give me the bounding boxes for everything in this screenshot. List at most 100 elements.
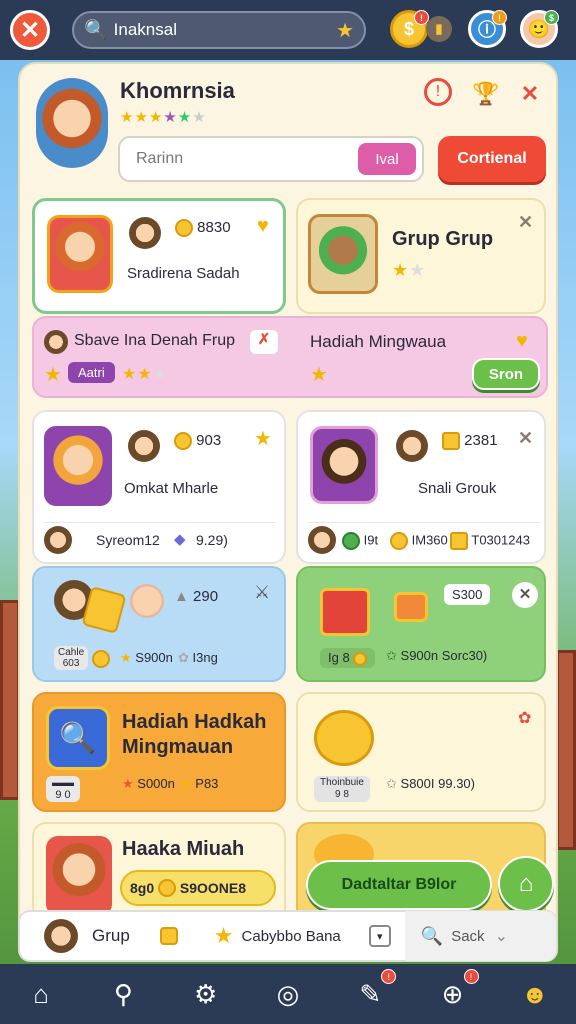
item-tag: Thoinbuie 9 8 — [314, 776, 370, 802]
row-name: Syreom12 — [96, 532, 160, 548]
trophy-icon[interactable]: 🏆 — [470, 78, 502, 110]
main-panel: Khomrnsia ★★★★★★ ! 🏆 ✕ Rarinn Ival Corti… — [18, 62, 558, 962]
flower-icon[interactable]: ✿ — [518, 708, 531, 728]
alarm-icon[interactable]: ! — [424, 78, 452, 106]
dropdown-icon[interactable]: ▾ — [368, 925, 391, 947]
player-portrait — [47, 215, 113, 293]
search-field[interactable]: Rarinn Ival — [118, 136, 424, 182]
badge-icon — [342, 532, 360, 550]
star-icon: ★ — [310, 364, 328, 386]
group-label[interactable]: Grup — [92, 926, 130, 946]
notes-icon[interactable]: ✎! — [348, 969, 397, 1016]
card-label: Ig 8 — [320, 648, 376, 668]
profile-avatar[interactable]: 🙂 $ — [520, 10, 559, 48]
mini-avatar — [129, 217, 161, 249]
wallet-icon[interactable]: ▮ — [426, 16, 452, 42]
group-title: Grup Grup — [392, 228, 494, 250]
user-avatar — [44, 919, 78, 953]
star-icon: ★ — [213, 923, 234, 948]
search-icon[interactable]: ⚲ — [101, 972, 145, 1016]
banner-button[interactable]: Sron — [472, 358, 540, 390]
profile-badge: $ — [544, 10, 559, 25]
coin-icon — [390, 532, 408, 550]
magnifier-icon[interactable]: ⊕! — [431, 969, 479, 1016]
gift-card[interactable]: S300 ✕ Ig 8 ✩ S900n Sorc30) — [296, 566, 546, 682]
item-tag: ▬▬ 9 0 — [46, 776, 80, 802]
pin-icon[interactable]: ✗ — [250, 330, 278, 354]
row-a: I9t — [363, 532, 379, 548]
reward-pill[interactable]: 8g0 S9OONE8 — [120, 870, 276, 906]
bottom-nav: ⌂ ⚲ ⚙ ◎ ✎! ⊕! ☻ — [0, 964, 576, 1024]
settings-icon[interactable]: ⚙ — [184, 972, 228, 1016]
search-field-bottom[interactable]: 🔍 Sack ⌄ — [404, 911, 556, 961]
search-icon: 🔍 — [84, 20, 108, 41]
star-icon[interactable]: ★ — [336, 18, 354, 43]
search-value: Inaknsal — [113, 20, 177, 39]
search-field-placeholder: Rarinn — [136, 150, 184, 167]
heart-icon[interactable]: ♥ — [257, 215, 269, 238]
reward-card-blue[interactable]: ▲ 290 ⚔ Cahle 603 ★ S900n ✿ I3ng — [32, 566, 286, 682]
group-portrait — [308, 214, 378, 294]
chevron-down-icon: ⌄ — [494, 928, 508, 945]
close-icon[interactable]: ✕ — [518, 428, 533, 449]
card-footer: S800I 99.30) — [400, 776, 475, 791]
chest-icon[interactable] — [159, 927, 178, 945]
mini-avatar — [128, 430, 160, 462]
sword-icon[interactable]: ⚔ — [254, 582, 270, 603]
weekly-reward-card[interactable]: 🔍 ▬▬ 9 0 Hadiah Hadkah Mingmauan ★ S000n … — [32, 692, 286, 812]
home-action-icon[interactable]: ⌂ — [498, 856, 554, 912]
house-left — [0, 600, 20, 800]
price-tag: S300 — [444, 584, 491, 605]
notes-badge: ! — [381, 969, 397, 984]
close-icon[interactable]: ✕ — [518, 212, 533, 233]
chest-icon — [450, 532, 468, 550]
page-title: Khomrnsia — [120, 78, 235, 103]
card-footer: S900n — [135, 650, 173, 665]
baby-avatar — [130, 584, 164, 618]
gift-icon-small — [394, 592, 428, 622]
player-card-4[interactable]: Haaka Miuah 8g0 S9OONE8 — [32, 822, 286, 922]
coin-icon[interactable]: $! — [390, 10, 429, 48]
search-icon: 🔍 — [420, 925, 444, 946]
coin-icon — [175, 219, 193, 238]
detail-button[interactable]: Dadtaltar B9lor — [306, 860, 492, 910]
banner-stars: ★★★ — [122, 366, 169, 383]
card-footer: S000n — [137, 776, 175, 791]
gem-icon: ◆ — [174, 531, 186, 548]
search-input[interactable]: 🔍 Inaknsal ★ — [72, 11, 366, 49]
home-icon[interactable]: ⌂ — [19, 972, 63, 1016]
item-tag: Cahle 603 — [54, 646, 89, 670]
continue-button[interactable]: Cortienal — [438, 136, 546, 182]
card-score: 8830 — [197, 219, 231, 236]
row-b: IM360 — [411, 532, 448, 548]
reward-title: Hadiah Hadkah Mingmauan — [122, 711, 267, 758]
bottom-bar: Grup ★ Cabybbo Bana ▾ 🔍 Sack ⌄ — [18, 910, 558, 962]
close-panel-icon[interactable]: ✕ — [514, 78, 546, 110]
player-card-1[interactable]: 8830 ♥ Sradirena Sadah — [32, 198, 286, 314]
coin-icon — [92, 650, 110, 669]
close-icon[interactable]: ✕ — [512, 582, 538, 608]
rating-stars: ★★★★★★ — [120, 109, 207, 126]
group-stars: ★★ — [392, 260, 427, 280]
card-footer-2: I3ng — [192, 650, 218, 665]
card-score: 290 — [193, 588, 219, 605]
profile-icon[interactable]: ☻ — [513, 972, 557, 1016]
search-button[interactable]: Ival — [358, 143, 416, 175]
player-name: Sradirena Sadah — [127, 265, 240, 282]
mascot-card[interactable]: Thoinbuie 9 8 ✿ ✩ S800I 99.30) — [296, 692, 546, 812]
group-card[interactable]: Grup Grup ★★ ✕ — [296, 198, 546, 314]
compass-icon[interactable]: ◎ — [266, 972, 310, 1016]
player-portrait — [46, 836, 112, 916]
bottom-search-label: Sack — [451, 927, 485, 945]
row-c: T0301243 — [471, 532, 530, 548]
card-footer-2: P83 — [195, 776, 219, 791]
heart-icon[interactable]: ♥ — [516, 330, 528, 353]
player-card-2[interactable]: 903 ★ Omkat Mharle Syreom12 ◆ 9.29) — [32, 410, 286, 564]
banner-tag[interactable]: Aatri — [68, 362, 115, 383]
star-icon[interactable]: ★ — [254, 426, 272, 451]
close-icon[interactable]: ✕ — [10, 10, 50, 50]
player-card-3[interactable]: 2381 ✕ Snali Grouk I9t IM360 T0301243 — [296, 410, 546, 564]
player-portrait — [44, 426, 112, 506]
banner-right-title: Hadiah Mingwaua — [310, 332, 447, 351]
info-icon[interactable]: ⓘ! — [468, 10, 507, 48]
